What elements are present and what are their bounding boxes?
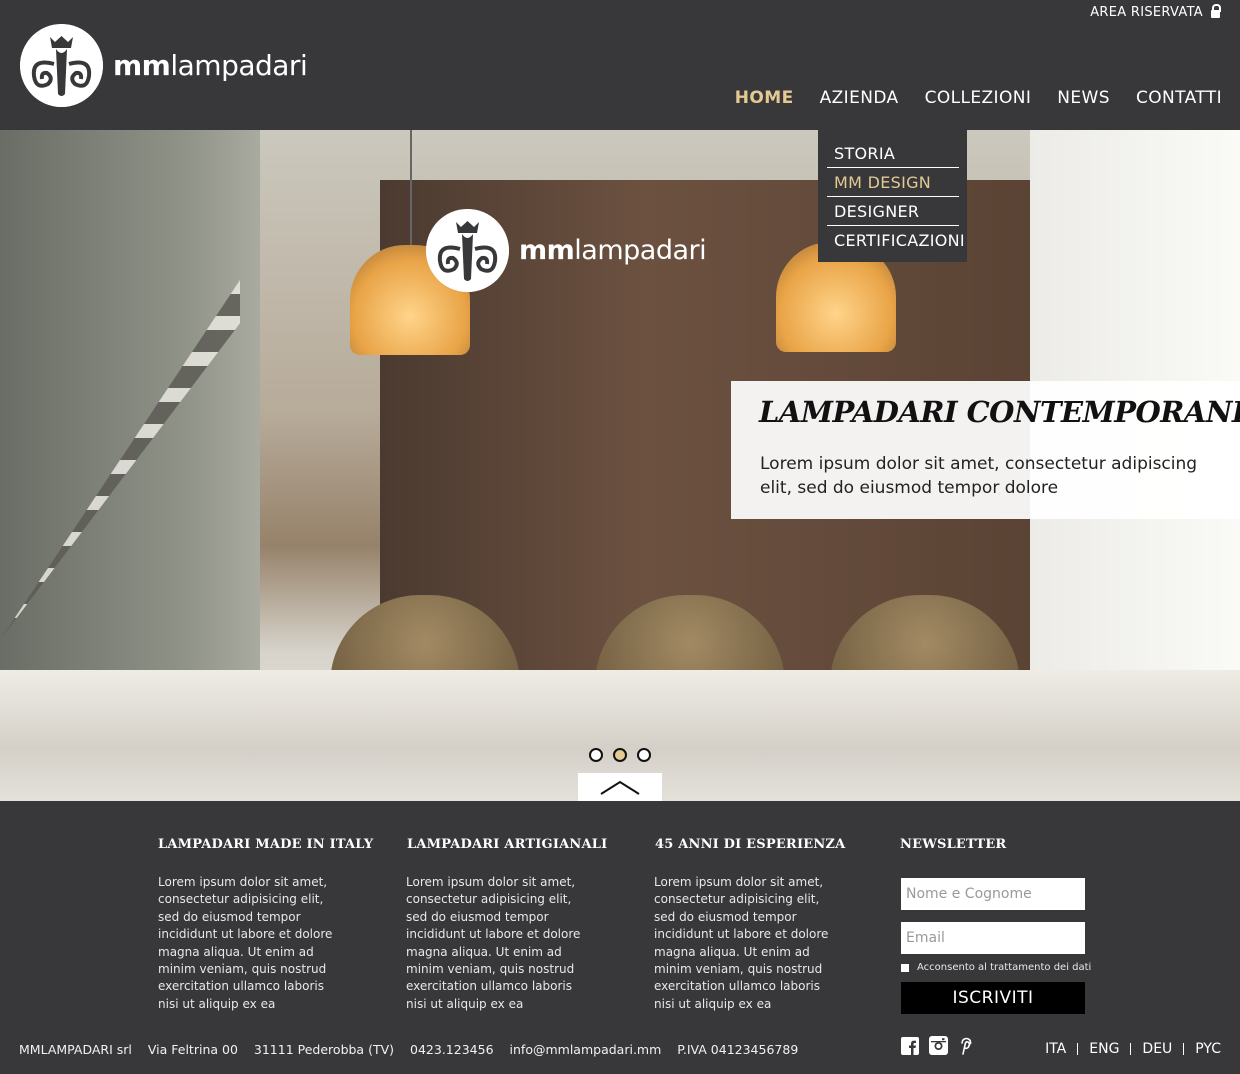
slider-dot-2[interactable] [613, 748, 627, 762]
consent-label: Acconsento al trattamento dei dati [917, 962, 1092, 973]
hero-logo-wordmark: mmlampadari [519, 235, 707, 266]
hero-slider: mmlampadari LAMPADARI CONTEMPORANEI Lore… [0, 130, 1240, 801]
footer-vat: P.IVA 04123456789 [677, 1042, 799, 1057]
nav-item-collezioni[interactable]: COLLEZIONI [925, 88, 1032, 108]
footer-company: MMLAMPADARI srl [19, 1042, 132, 1057]
footer-info: MMLAMPADARI srl Via Feltrina 00 31111 Pe… [19, 1042, 814, 1057]
submenu-divider [827, 167, 959, 168]
nav-item-contatti[interactable]: CONTATTI [1136, 88, 1222, 108]
social-links [901, 1036, 972, 1055]
area-riservata-label: AREA RISERVATA [1090, 5, 1203, 20]
scroll-up-button[interactable] [578, 773, 662, 801]
submenu-divider [827, 196, 959, 197]
column-text: Lorem ipsum dolor sit amet, consectetur … [406, 875, 581, 1011]
slide-text: Lorem ipsum dolor sit amet, consectetur … [760, 454, 1198, 498]
footer-email[interactable]: info@mmlampadari.mm [510, 1042, 662, 1057]
slider-dot-1[interactable] [589, 748, 603, 762]
lamp-cord [410, 130, 412, 250]
lang-ita[interactable]: ITA [1045, 1041, 1066, 1057]
footer-address: Via Feltrina 00 [147, 1042, 238, 1057]
language-switcher: ITA ENG DEU PYC [1045, 1041, 1221, 1057]
hero-photo-wall [0, 130, 260, 690]
lock-icon [1211, 3, 1221, 18]
lang-divider [1077, 1043, 1079, 1055]
nav-item-home[interactable]: HOME [735, 88, 794, 108]
hero-logo: mmlampadari [426, 209, 707, 292]
logo-emblem-icon [426, 209, 509, 292]
lang-eng[interactable]: ENG [1089, 1041, 1119, 1057]
column-text: Lorem ipsum dolor sit amet, consectetur … [654, 875, 829, 1011]
logo-emblem-icon [20, 24, 103, 107]
facebook-icon[interactable] [901, 1036, 919, 1055]
footer-city: 31111 Pederobba (TV) [253, 1042, 395, 1057]
consent-checkbox[interactable] [901, 963, 909, 972]
azienda-submenu: STORIA MM DESIGN DESIGNER CERTIFICAZIONI [818, 130, 967, 262]
column-title: LAMPADARI ARTIGIANALI [407, 837, 608, 852]
lang-deu[interactable]: DEU [1142, 1041, 1172, 1057]
nav-item-news[interactable]: NEWS [1057, 88, 1110, 108]
newsletter-title: NEWSLETTER [900, 837, 1007, 852]
slider-pagination [589, 748, 651, 762]
lang-divider [1183, 1043, 1185, 1055]
consent-row: Acconsento al trattamento dei dati [901, 962, 1091, 973]
column-text: Lorem ipsum dolor sit amet, consectetur … [158, 875, 333, 1011]
chevron-up-icon [600, 780, 640, 795]
logo-wordmark: mmlampadari [113, 49, 308, 82]
slider-dot-3[interactable] [637, 748, 651, 762]
submenu-item-designer[interactable]: DESIGNER [834, 202, 919, 221]
nav-item-azienda[interactable]: AZIENDA [820, 88, 899, 108]
site-logo[interactable]: mmlampadari [20, 24, 308, 107]
main-nav: HOME AZIENDA COLLEZIONI NEWS CONTATTI [735, 88, 1222, 108]
name-field[interactable]: Nome e Cognome [901, 878, 1085, 910]
slide-title: LAMPADARI CONTEMPORANEI [759, 395, 1240, 429]
site-header: AREA RISERVATA mmlampadari HOME AZIENDA … [0, 0, 1240, 130]
submenu-item-mm-design[interactable]: MM DESIGN [834, 173, 931, 192]
pinterest-icon[interactable] [958, 1037, 972, 1055]
area-riservata-link[interactable]: AREA RISERVATA [1090, 3, 1221, 20]
lang-divider [1130, 1043, 1132, 1055]
subscribe-button[interactable]: ISCRIVITI [901, 982, 1085, 1014]
column-title: 45 ANNI DI ESPERIENZA [655, 837, 846, 852]
email-field[interactable]: Email [901, 922, 1085, 954]
instagram-icon[interactable] [929, 1036, 948, 1055]
submenu-divider [827, 225, 959, 226]
footer-phone[interactable]: 0423.123456 [410, 1042, 494, 1057]
lang-pyc[interactable]: PYC [1195, 1041, 1221, 1057]
column-title: LAMPADARI MADE IN ITALY [158, 837, 374, 852]
slide-caption: LAMPADARI CONTEMPORANEI Lorem ipsum dolo… [731, 381, 1240, 519]
submenu-item-storia[interactable]: STORIA [834, 144, 895, 163]
submenu-item-certificazioni[interactable]: CERTIFICAZIONI [834, 231, 965, 250]
